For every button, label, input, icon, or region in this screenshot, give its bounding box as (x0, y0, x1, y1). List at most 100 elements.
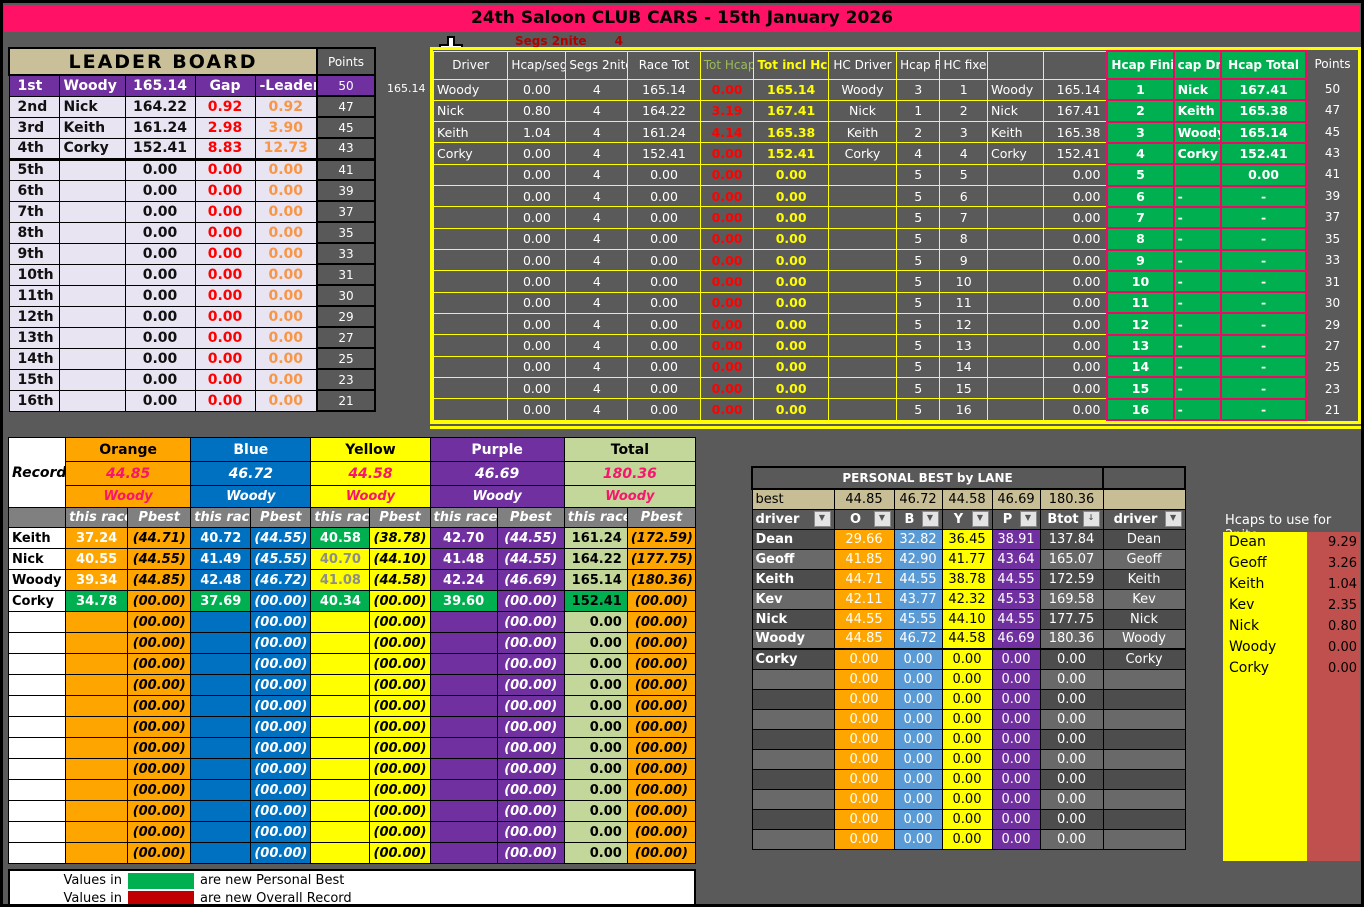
pbest-cell[interactable]: (00.00) (627, 822, 695, 843)
driver-cell[interactable] (434, 228, 508, 249)
this-race-cell[interactable] (311, 675, 370, 696)
hcap-seg-cell[interactable]: 0.00 (508, 143, 566, 164)
finish-pos-cell[interactable]: 3 (1107, 122, 1173, 143)
blue-lane-cell[interactable]: 32.82 (894, 529, 942, 549)
this-race-cell[interactable]: 40.55 (66, 549, 128, 570)
rank-total-cell[interactable]: 0.00 (1043, 335, 1107, 356)
this-race-cell[interactable] (311, 801, 370, 822)
finish-total-cell[interactable]: - (1221, 313, 1306, 334)
rank-driver-cell[interactable] (988, 250, 1044, 271)
driver-name-cell[interactable]: Woody (59, 75, 125, 96)
position-cell[interactable]: 15th (9, 369, 59, 390)
position-cell[interactable]: 4th (9, 138, 59, 159)
blue-lane-cell[interactable]: 43.77 (894, 589, 942, 609)
pbest-cell[interactable]: (00.00) (128, 717, 191, 738)
driver-cell[interactable] (434, 313, 508, 334)
this-race-cell[interactable] (66, 675, 128, 696)
orange-lane-cell[interactable]: 0.00 (834, 749, 894, 769)
pbest-cell[interactable]: (00.00) (251, 591, 311, 612)
orange-lane-cell[interactable]: 0.00 (834, 829, 894, 849)
race-points-cell[interactable]: 27 (1307, 335, 1358, 356)
gap-cell[interactable]: 0.00 (195, 327, 255, 348)
rank-driver-cell[interactable] (988, 399, 1044, 420)
score-cell[interactable]: 0.00 (125, 264, 195, 285)
gap-cell[interactable]: 0.00 (195, 264, 255, 285)
this-race-cell[interactable] (191, 717, 251, 738)
points-cell[interactable]: 41 (317, 159, 375, 180)
driver-name-cell[interactable] (1103, 789, 1185, 809)
this-race-cell[interactable] (311, 780, 370, 801)
driver-cell[interactable]: Corky (434, 143, 508, 164)
score-cell[interactable]: 0.00 (125, 180, 195, 201)
tot-hcap-cell[interactable]: 0.00 (700, 164, 754, 185)
rank-total-cell[interactable]: 152.41 (1043, 143, 1107, 164)
hc-fixed-cell[interactable]: 2 (940, 100, 988, 121)
this-race-cell[interactable]: 0.00 (564, 822, 627, 843)
yellow-lane-cell[interactable]: 44.10 (942, 609, 992, 629)
tot-incl-hcap-cell[interactable]: 0.00 (754, 313, 828, 334)
driver-name-cell[interactable]: Kev (1103, 589, 1185, 609)
this-race-cell[interactable]: 0.00 (564, 717, 627, 738)
btot-cell[interactable]: 0.00 (1040, 669, 1103, 689)
behind-leader-cell[interactable]: 0.00 (255, 306, 317, 327)
finish-driver-cell[interactable]: - (1174, 228, 1222, 249)
lane-header-blue[interactable]: Blue (191, 438, 311, 462)
this-race-cell[interactable] (430, 738, 497, 759)
pbest-cell[interactable]: (00.00) (627, 801, 695, 822)
behind-leader-cell[interactable]: 12.73 (255, 138, 317, 159)
this-race-cell[interactable] (430, 843, 497, 864)
pbest-cell[interactable]: (00.00) (251, 612, 311, 633)
driver-name-cell[interactable]: Woody (9, 570, 66, 591)
orange-lane-cell[interactable]: 29.66 (834, 529, 894, 549)
pbest-cell[interactable]: (00.00) (627, 612, 695, 633)
hcap-seg-cell[interactable]: 0.00 (508, 292, 566, 313)
pbest-cell[interactable]: (00.00) (370, 717, 430, 738)
points-cell[interactable]: 37 (317, 201, 375, 222)
pbest-cell[interactable]: (44.55) (128, 549, 191, 570)
driver-name-cell[interactable] (59, 285, 125, 306)
purple-lane-cell[interactable]: 0.00 (992, 769, 1040, 789)
hcap-rank-cell[interactable]: 5 (897, 377, 940, 398)
driver-name-cell[interactable] (59, 390, 125, 411)
finish-driver-cell[interactable]: - (1174, 271, 1222, 292)
driver-name-cell[interactable] (1103, 829, 1185, 849)
driver-name-cell[interactable] (59, 327, 125, 348)
driver-name-cell[interactable] (752, 769, 834, 789)
record-yellow[interactable]: 44.58 (311, 462, 430, 486)
purple-lane-cell[interactable]: 44.55 (992, 609, 1040, 629)
finish-driver-cell[interactable]: - (1174, 186, 1222, 207)
finish-driver-cell[interactable] (1174, 164, 1222, 185)
tot-incl-hcap-cell[interactable]: 0.00 (754, 335, 828, 356)
race-tot-cell[interactable]: 164.22 (628, 100, 700, 121)
pbest-cell[interactable]: (00.00) (251, 843, 311, 864)
finish-driver-cell[interactable]: - (1174, 335, 1222, 356)
this-race-cell[interactable] (430, 654, 497, 675)
this-race-header[interactable]: this race (191, 508, 251, 528)
blue-lane-cell[interactable]: 0.00 (894, 729, 942, 749)
pbest-cell[interactable]: (00.00) (370, 612, 430, 633)
hcap-seg-cell[interactable]: 0.00 (508, 164, 566, 185)
rank-total-header[interactable] (1043, 51, 1107, 79)
this-race-cell[interactable]: 0.00 (564, 633, 627, 654)
pbest-cell[interactable]: (00.00) (370, 696, 430, 717)
pbest-cell[interactable]: (00.00) (128, 738, 191, 759)
this-race-cell[interactable]: 161.24 (564, 528, 627, 549)
tot-hcap-header[interactable]: Tot Hcap (700, 51, 754, 79)
purple-lane-cell[interactable]: 43.64 (992, 549, 1040, 569)
this-race-cell[interactable] (311, 717, 370, 738)
rank-driver-cell[interactable] (988, 271, 1044, 292)
pbest-cell[interactable]: (00.00) (128, 612, 191, 633)
driver-name-cell[interactable] (59, 306, 125, 327)
purple-lane-cell[interactable]: 0.00 (992, 789, 1040, 809)
rank-total-cell[interactable]: 0.00 (1043, 313, 1107, 334)
gap-cell[interactable]: 0.00 (195, 201, 255, 222)
hcap-rank-cell[interactable]: 5 (897, 292, 940, 313)
pbest-cell[interactable]: (00.00) (497, 822, 564, 843)
pbest-cell[interactable]: (00.00) (128, 843, 191, 864)
hc-driver-cell[interactable] (828, 207, 896, 228)
position-cell[interactable]: 10th (9, 264, 59, 285)
hcap-seg-cell[interactable]: 0.00 (508, 228, 566, 249)
this-race-cell[interactable] (430, 717, 497, 738)
race-tot-cell[interactable]: 165.14 (628, 79, 700, 100)
pbest-header[interactable]: Pbest (497, 508, 564, 528)
